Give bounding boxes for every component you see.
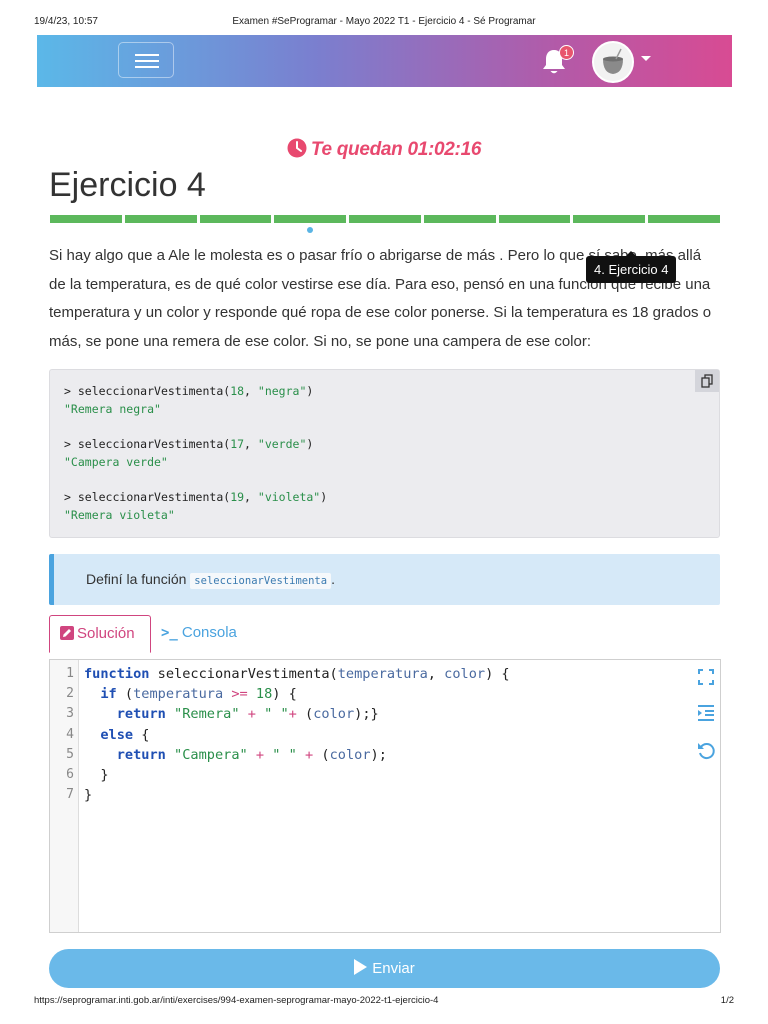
tab-console[interactable]: >_ Consola xyxy=(161,615,237,653)
progress-step-9[interactable] xyxy=(648,215,721,223)
copy-icon xyxy=(701,374,713,388)
progress-step-4[interactable] xyxy=(274,215,347,223)
undo-icon xyxy=(698,743,715,760)
notifications-button[interactable]: 1 xyxy=(539,45,574,77)
example-result: "Campera verde" xyxy=(64,455,168,469)
hamburger-icon-bar xyxy=(135,66,159,68)
instruction-box: Definí la función seleccionarVestimenta. xyxy=(49,554,720,605)
hamburger-icon-bar xyxy=(135,60,159,62)
step-tooltip: 4. Ejercicio 4 xyxy=(586,251,677,283)
indent-icon xyxy=(698,705,714,721)
menu-button[interactable] xyxy=(118,42,174,78)
top-navbar: 1 xyxy=(37,35,732,87)
clock-icon xyxy=(287,138,307,158)
progress-step-3[interactable] xyxy=(199,215,272,223)
print-title: Examen #SeProgramar - Mayo 2022 T1 - Eje… xyxy=(232,16,536,27)
print-page-number: 1/2 xyxy=(720,995,734,1006)
edit-icon xyxy=(60,626,74,640)
progress-step-5[interactable] xyxy=(349,215,421,223)
example-result: "Remera violeta" xyxy=(64,508,175,522)
code-content[interactable]: function seleccionarVestimenta(temperatu… xyxy=(84,664,510,805)
user-menu-caret-icon[interactable] xyxy=(641,56,651,61)
code-line: if (temperatura >= 18) { xyxy=(100,686,297,703)
print-footer: https://seprogramar.inti.gob.ar/inti/exe… xyxy=(34,995,734,1009)
indent-button[interactable] xyxy=(695,702,717,724)
code-line: function seleccionarVestimenta(temperatu… xyxy=(84,666,510,682)
play-icon xyxy=(354,959,368,975)
code-line: } xyxy=(84,787,93,804)
line-numbers: 1 2 3 4 5 6 7 xyxy=(50,660,79,932)
example-call: > seleccionarVestimenta(18, "negra") xyxy=(64,384,314,398)
mate-avatar-icon xyxy=(594,43,632,81)
submit-button[interactable]: Enviar xyxy=(49,949,720,988)
time-remaining: Te quedan 01:02:16 xyxy=(0,138,768,161)
code-line: return "Campera" + " " + (color); xyxy=(116,746,387,763)
reset-button[interactable] xyxy=(695,739,717,761)
terminal-icon: >_ xyxy=(161,625,178,641)
example-result: "Remera negra" xyxy=(64,402,161,416)
code-editor[interactable]: 1 2 3 4 5 6 7 function seleccionarVestim… xyxy=(49,659,721,933)
function-name-code: seleccionarVestimenta xyxy=(190,573,332,589)
progress-step-8[interactable] xyxy=(573,215,646,223)
current-step-indicator xyxy=(307,227,313,233)
instruction-text: Definí la función xyxy=(86,571,187,587)
hamburger-icon-bar xyxy=(135,54,159,56)
code-line: } xyxy=(84,766,109,783)
notification-badge: 1 xyxy=(559,45,574,60)
exercise-progress xyxy=(50,215,721,223)
code-line: else { xyxy=(100,726,150,743)
progress-step-7[interactable] xyxy=(498,215,571,223)
user-avatar[interactable] xyxy=(592,41,634,83)
code-line: return "Remera" + " "+ (color);} xyxy=(116,706,379,723)
print-header: 19/4/23, 10:57 Examen #SeProgramar - May… xyxy=(34,16,734,30)
timer-text: Te quedan 01:02:16 xyxy=(310,139,482,160)
examples-code-block: > seleccionarVestimenta(18, "negra") "Re… xyxy=(49,369,720,538)
progress-step-2[interactable] xyxy=(124,215,197,223)
example-call: > seleccionarVestimenta(17, "verde") xyxy=(64,437,314,451)
fullscreen-button[interactable] xyxy=(695,666,717,688)
copy-button[interactable] xyxy=(695,370,719,392)
tab-solution[interactable]: Solución xyxy=(49,615,151,653)
expand-icon xyxy=(698,669,714,685)
print-url: https://seprogramar.inti.gob.ar/inti/exe… xyxy=(34,995,439,1006)
exercise-title: Ejercicio 4 xyxy=(49,166,206,204)
example-call: > seleccionarVestimenta(19, "violeta") xyxy=(64,490,328,504)
progress-step-1[interactable] xyxy=(50,215,122,223)
progress-step-6[interactable] xyxy=(423,215,496,223)
